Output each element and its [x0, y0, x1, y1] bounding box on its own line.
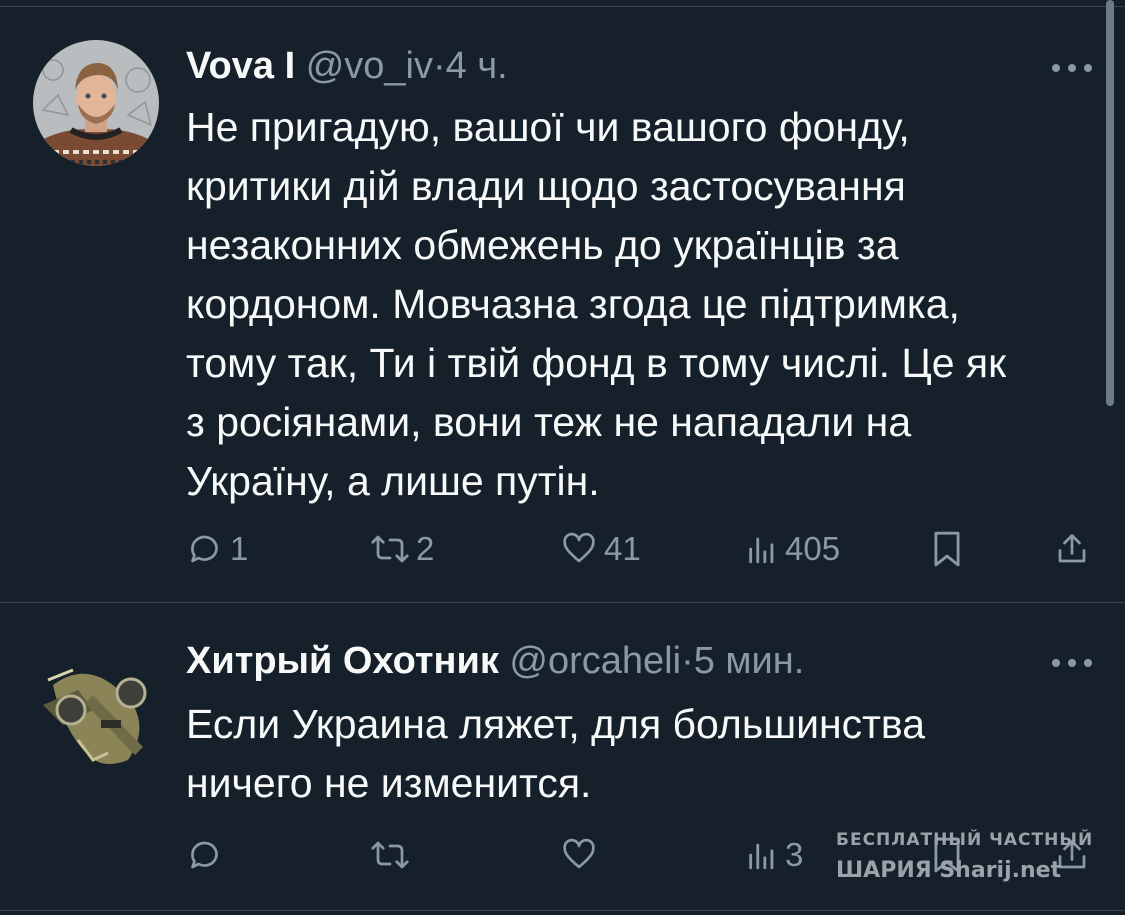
bottom-divider	[0, 910, 1125, 911]
share-button[interactable]	[1054, 529, 1090, 569]
views-icon	[749, 537, 774, 564]
reply-icon	[191, 841, 218, 869]
repost-button[interactable]	[370, 835, 416, 875]
separator: ·	[432, 45, 446, 87]
more-icon[interactable]	[1052, 58, 1096, 78]
watermark: БЕСПЛАТНЫЙ ЧАСТНЫЙ ШАРИЯ Sharij.net	[832, 828, 1104, 888]
avatar[interactable]	[33, 635, 163, 775]
timestamp[interactable]: 5 мин.	[694, 640, 805, 682]
repost-icon	[371, 535, 409, 563]
timeline: Vova I @vo_iv·4 ч. Не пригадую, вашої чи…	[0, 0, 1125, 915]
reply-button[interactable]: 1	[188, 529, 248, 569]
tweet-header: Хитрый Охотник @orcaheli·5 мин.	[186, 639, 804, 683]
like-button[interactable]: 41	[560, 529, 641, 569]
watermark-line-2: ШАРИЯ Sharij.net	[836, 858, 1062, 883]
watermark-line-1: БЕСПЛАТНЫЙ ЧАСТНЫЙ	[836, 830, 1094, 850]
repost-count: 2	[416, 530, 435, 567]
reply-count: 1	[230, 530, 249, 567]
reply-icon	[191, 535, 218, 563]
tweet-vova[interactable]: Vova I @vo_iv·4 ч. Не пригадую, вашої чи…	[0, 0, 1105, 602]
views-button[interactable]: 3	[745, 835, 803, 875]
separator: ·	[681, 640, 694, 682]
heart-icon	[563, 532, 595, 563]
repost-icon	[371, 841, 409, 869]
more-icon[interactable]	[1052, 653, 1096, 673]
username[interactable]: @orcaheli	[509, 640, 681, 682]
views-button[interactable]: 405	[745, 529, 840, 569]
view-count: 405	[785, 530, 841, 567]
views-icon	[749, 843, 774, 870]
bookmark-icon	[934, 531, 960, 567]
reply-button[interactable]	[188, 835, 230, 875]
display-name[interactable]: Хитрый Охотник	[186, 640, 499, 682]
tweet-text: Не пригадую, вашої чи вашого фонду, крит…	[186, 104, 1007, 504]
username[interactable]: @vo_iv	[306, 45, 433, 87]
timestamp[interactable]: 4 ч.	[446, 45, 508, 87]
heart-icon	[563, 838, 595, 869]
bookmark-button[interactable]	[930, 529, 964, 569]
tweet-text: Если Украина ляжет, для большинства ниче…	[186, 701, 926, 806]
tweet-header: Vova I @vo_iv·4 ч.	[186, 44, 508, 88]
like-count: 41	[604, 530, 641, 567]
display-name[interactable]: Vova I	[186, 45, 295, 87]
avatar[interactable]	[33, 40, 159, 166]
like-button[interactable]	[560, 835, 604, 875]
share-icon	[1058, 534, 1086, 563]
view-count: 3	[785, 836, 804, 873]
repost-button[interactable]: 2	[370, 529, 434, 569]
scrollbar[interactable]	[1106, 0, 1114, 406]
